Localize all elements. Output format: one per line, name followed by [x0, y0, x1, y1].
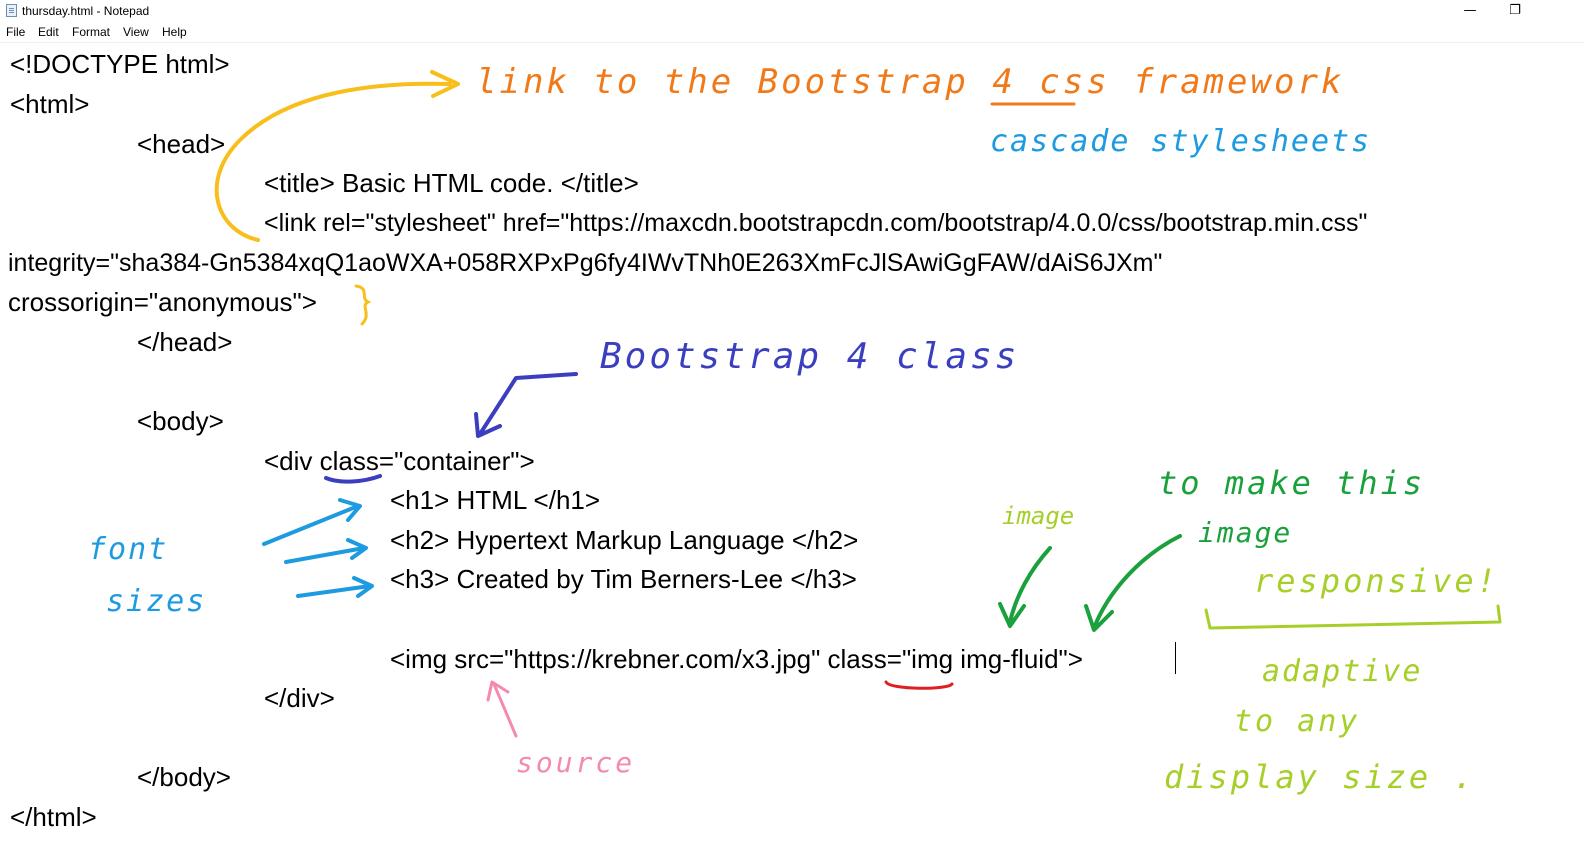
annotation-image-note: image: [1002, 502, 1075, 530]
annotation-responsive-line3: responsive!: [1254, 562, 1499, 600]
green-arrow-2: [1092, 534, 1182, 630]
annotation-css-note: cascade stylesheets: [990, 124, 1372, 159]
annotation-responsive-line1: to make this: [1158, 464, 1426, 502]
annotation-font-line1: font: [88, 532, 169, 567]
blue-arrow: [478, 372, 578, 436]
annotation-responsive-line2: image: [1198, 516, 1293, 549]
annotation-adaptive-line1: adaptive: [1262, 654, 1423, 689]
class-underline: [324, 474, 382, 484]
annotation-source-note: source: [516, 746, 636, 779]
green-arrow-1: [1008, 546, 1052, 624]
annotation-adaptive-line2: to any: [1234, 704, 1361, 739]
annotation-adaptive-line3: display size .: [1164, 758, 1476, 796]
annotation-class-note: Bootstrap 4 class: [600, 336, 1020, 377]
red-underline: [884, 680, 954, 690]
responsive-bracket: [1204, 604, 1502, 630]
annotation-link-note: link to the Bootstrap 4 css framework: [476, 62, 1345, 102]
font-arrow-1: [262, 504, 360, 546]
yellow-arrow: [214, 81, 452, 242]
yellow-brace: [354, 284, 372, 326]
annotation-font-line2: sizes: [106, 584, 207, 619]
